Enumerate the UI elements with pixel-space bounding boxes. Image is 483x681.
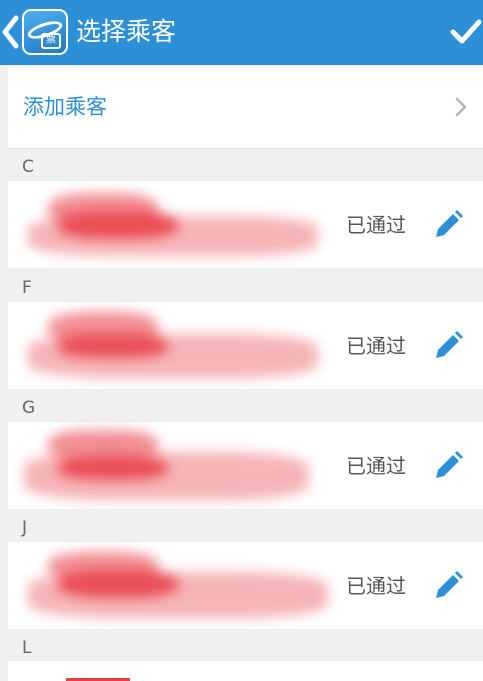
section-header-f: F bbox=[22, 278, 32, 298]
redacted-name bbox=[18, 422, 318, 509]
pencil-icon[interactable] bbox=[432, 330, 464, 362]
pencil-icon[interactable] bbox=[432, 570, 464, 602]
passenger-row[interactable]: 已通过 bbox=[8, 302, 483, 389]
section-header-c: C bbox=[22, 157, 34, 177]
add-passenger-row[interactable]: 添加乘客 bbox=[8, 66, 483, 149]
pencil-icon[interactable] bbox=[432, 209, 464, 241]
passenger-row-partial[interactable] bbox=[8, 661, 483, 681]
add-passenger-label: 添加乘客 bbox=[23, 95, 107, 119]
checkmark-icon[interactable] bbox=[450, 18, 482, 46]
passenger-row[interactable]: 已通过 bbox=[8, 181, 483, 268]
passenger-row[interactable]: 已通过 bbox=[8, 542, 483, 629]
chevron-right-icon bbox=[455, 97, 467, 117]
page-title: 选择乘客 bbox=[76, 17, 177, 46]
redacted-name bbox=[18, 181, 328, 268]
title-bar: 票 选择乘客 bbox=[0, 0, 483, 65]
status-badge: 已通过 bbox=[346, 334, 406, 358]
status-badge: 已通过 bbox=[346, 213, 406, 237]
passenger-row[interactable]: 已通过 bbox=[8, 422, 483, 509]
chevron-left-icon[interactable] bbox=[0, 14, 20, 50]
app-logo: 票 bbox=[22, 9, 68, 55]
section-header-g: G bbox=[22, 398, 36, 418]
redacted-name bbox=[18, 302, 328, 389]
redacted-name bbox=[18, 542, 338, 629]
status-badge: 已通过 bbox=[346, 574, 406, 598]
ticket-glyph: 票 bbox=[41, 33, 61, 49]
status-badge: 已通过 bbox=[346, 454, 406, 478]
pencil-icon[interactable] bbox=[432, 450, 464, 482]
section-header-j: J bbox=[22, 518, 28, 538]
section-header-l: L bbox=[22, 638, 32, 658]
